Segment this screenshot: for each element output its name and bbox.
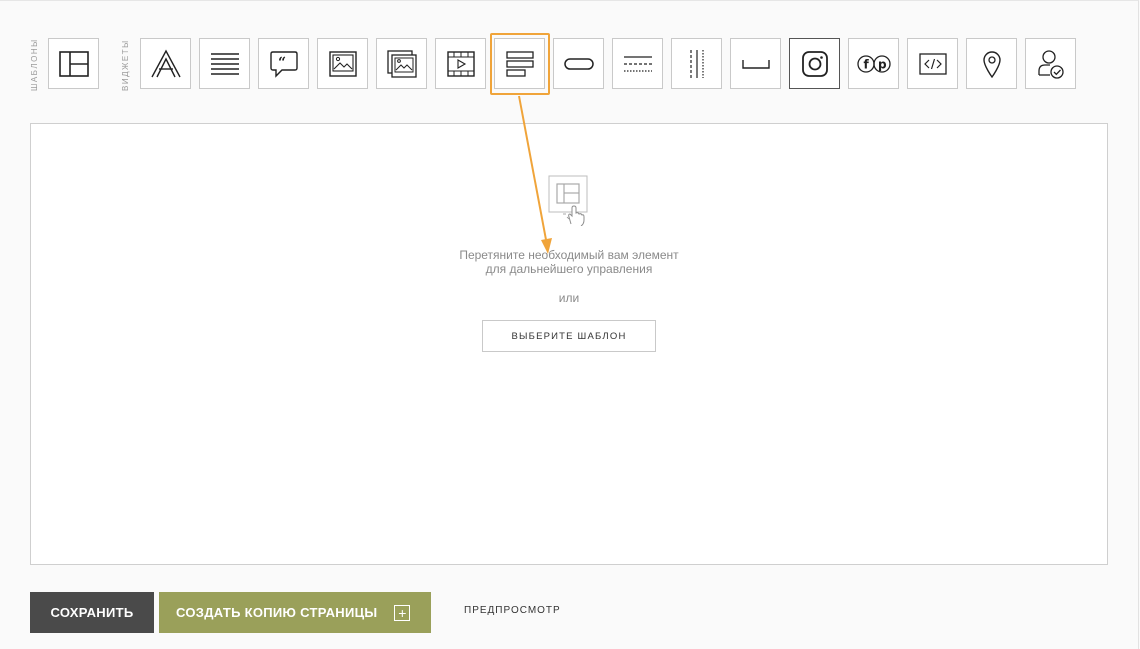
widgets-label: ВИДЖЕТЫ — [121, 39, 130, 91]
paragraph-text-icon — [210, 52, 239, 75]
map-pin-icon — [982, 50, 1001, 78]
widget-paragraph[interactable] — [199, 38, 250, 89]
widget-spacer[interactable] — [730, 38, 781, 89]
or-text: или — [558, 291, 580, 305]
widget-vertical-divider[interactable] — [671, 38, 722, 89]
quote-icon: “ — [269, 50, 298, 78]
widget-map[interactable] — [966, 38, 1017, 89]
widget-instagram[interactable] — [789, 38, 840, 89]
vertical-divider-icon — [689, 49, 704, 78]
embed-code-icon — [918, 52, 947, 75]
save-button[interactable]: СОХРАНИТЬ — [30, 592, 154, 633]
social-facebook-pinterest-icon: f p — [856, 54, 891, 73]
svg-text:p: p — [878, 57, 887, 71]
instagram-icon — [801, 50, 828, 77]
copy-page-label: СОЗДАТЬ КОПИЮ СТРАНИЦЫ — [176, 605, 378, 620]
button-icon — [563, 57, 594, 70]
plus-icon: + — [394, 604, 411, 621]
drop-hint-line1: Перетяните необходимый вам элемент — [459, 248, 679, 262]
widget-user[interactable] — [1025, 38, 1076, 89]
widget-button[interactable] — [553, 38, 604, 89]
selected-widget-highlight — [490, 33, 550, 95]
choose-template-button[interactable]: ВЫБЕРИТЕ ШАБЛОН — [482, 320, 656, 352]
widget-image[interactable] — [317, 38, 368, 89]
spacer-icon — [741, 59, 770, 69]
widget-social[interactable]: f p — [848, 38, 899, 89]
widget-gallery[interactable] — [376, 38, 427, 89]
gallery-icon — [386, 49, 417, 78]
widget-quote[interactable]: “ — [258, 38, 309, 89]
drop-hint: Перетяните необходимый вам элемент для д… — [418, 248, 720, 276]
preview-link[interactable]: ПРЕДПРОСМОТР — [464, 605, 561, 616]
horizontal-divider-icon — [623, 55, 652, 72]
copy-page-button[interactable]: СОЗДАТЬ КОПИЮ СТРАНИЦЫ + — [159, 592, 431, 633]
video-icon — [446, 50, 475, 77]
widget-heading[interactable] — [140, 38, 191, 89]
drop-hint-line2: для дальнейшего управления — [485, 262, 653, 276]
layout-template-icon — [58, 50, 89, 77]
template-tool[interactable] — [48, 38, 99, 89]
svg-text:“: “ — [278, 55, 286, 71]
user-verified-icon — [1037, 49, 1064, 79]
widget-embed[interactable] — [907, 38, 958, 89]
drag-template-icon — [548, 174, 588, 227]
widget-horizontal-divider[interactable] — [612, 38, 663, 89]
templates-label: ШАБЛОНЫ — [30, 38, 39, 91]
image-icon — [328, 50, 357, 77]
svg-text:f: f — [863, 57, 869, 71]
heading-text-icon — [150, 49, 181, 77]
widget-video[interactable] — [435, 38, 486, 89]
